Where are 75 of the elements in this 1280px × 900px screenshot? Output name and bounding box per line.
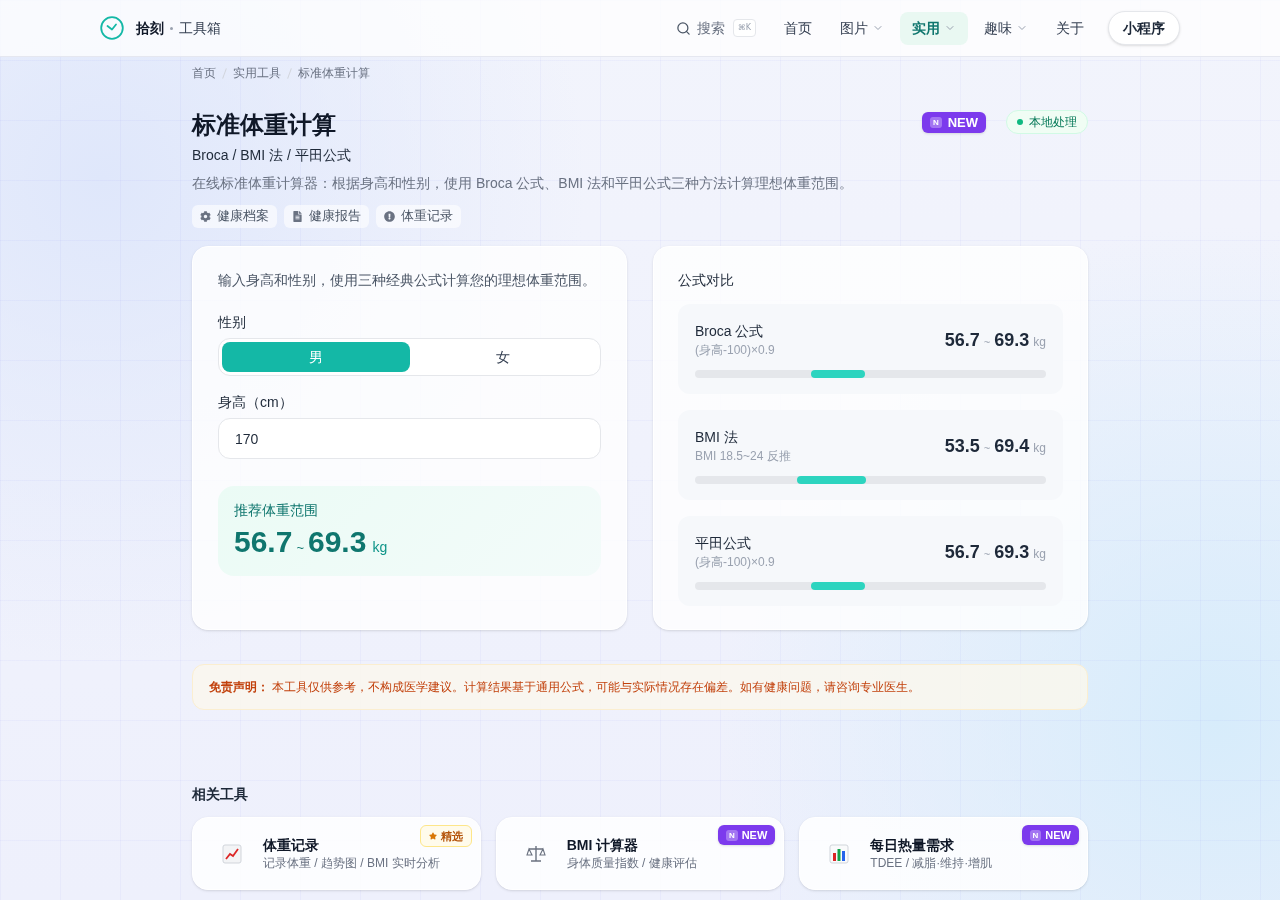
local-processing-badge: 本地处理 <box>1006 110 1088 134</box>
disclaimer-notice: 免责声明： 本工具仅供参考，不构成医学建议。计算结果基于通用公式，可能与实际情况存在偏差。如有健康问题，请咨询专业医生。 <box>192 664 1088 710</box>
height-input[interactable]: 170 <box>218 418 601 459</box>
tool-name: 每日热量需求 <box>870 836 955 855</box>
gear-icon <box>200 211 211 222</box>
new-badge: N NEW <box>1021 825 1079 845</box>
result-label: 推荐体重范围 <box>234 501 319 520</box>
gender-option[interactable]: 女 <box>409 342 597 372</box>
tool-name: BMI 计算器 <box>566 836 639 855</box>
range-fill <box>796 476 866 484</box>
formula-expression: BMI 18.5~24 反推 <box>695 448 791 465</box>
result-unit: kg <box>372 538 388 556</box>
related-tool-card[interactable]: BMI 计算器 身体质量指数 / 健康评估 N NEW <box>495 817 785 890</box>
height-label: 身高（cm） <box>218 393 294 412</box>
result-low-value: 56.7 <box>234 524 293 560</box>
formula-name: Broca 公式 <box>695 322 765 341</box>
tag-link[interactable]: 健康档案 <box>192 205 277 228</box>
page-title: 标准体重计算 <box>192 110 337 140</box>
tool-name: 体重记录 <box>263 836 319 855</box>
balance-scale-icon <box>525 843 546 864</box>
gender-label: 性别 <box>218 313 247 332</box>
breadcrumb-link[interactable]: 实用工具 <box>233 65 281 81</box>
featured-badge: 精选 <box>419 825 472 847</box>
formula-name: 平田公式 <box>695 534 752 553</box>
related-tool-card[interactable]: 每日热量需求 TDEE / 减脂·维持·增肌 N NEW <box>799 817 1088 890</box>
range-separator: ~ <box>296 540 304 556</box>
nav-link[interactable]: 实用 <box>900 11 968 45</box>
low-value: 53.5 <box>944 435 980 457</box>
brand-name[interactable]: 拾刻 <box>136 17 164 39</box>
range-fill <box>810 582 866 590</box>
page-subtitle: Broca / BMI 法 / 平田公式 <box>192 146 352 165</box>
tool-description: TDEE / 减脂·维持·增肌 <box>870 855 993 872</box>
shortcut-key: ⌘K <box>732 19 756 37</box>
related-tool-card[interactable]: 体重记录 记录体重 / 趋势图 / BMI 实时分析 精选 <box>192 817 481 890</box>
tool-description: 记录体重 / 趋势图 / BMI 实时分析 <box>263 855 440 872</box>
formula-expression: (身高-100)×0.9 <box>695 342 775 359</box>
related-tools-title: 相关工具 <box>192 785 249 804</box>
low-value: 56.7 <box>944 329 980 351</box>
range-fill <box>810 370 866 378</box>
brand-subtitle: 工具箱 <box>179 18 221 38</box>
search-button[interactable]: 搜索 ⌘K <box>671 13 760 43</box>
new-badge: N NEW <box>921 111 986 133</box>
search-icon <box>675 20 691 36</box>
calculator-intro: 输入身高和性别，使用三种经典公式计算您的理想体重范围。 <box>218 271 597 290</box>
formula-expression: (身高-100)×0.9 <box>695 554 775 571</box>
range-separator: ~ <box>983 335 991 349</box>
range-separator: ~ <box>983 547 991 561</box>
comparison-title: 公式对比 <box>678 271 735 290</box>
low-value: 56.7 <box>944 541 980 563</box>
nav-link[interactable]: 关于 <box>1044 11 1096 45</box>
unit-label: kg <box>1033 335 1046 349</box>
result-high-value: 69.3 <box>308 524 367 560</box>
unit-label: kg <box>1033 547 1046 561</box>
document-icon <box>292 211 303 222</box>
bar-chart-icon <box>829 843 850 864</box>
unit-label: kg <box>1033 441 1046 455</box>
page-description: 在线标准体重计算器：根据身高和性别，使用 Broca 公式、BMI 法和平田公式三种方法计算理想体重范围。 <box>192 174 854 193</box>
tag-link[interactable]: 体重记录 <box>376 205 461 228</box>
breadcrumb-current-page: 标准体重计算 <box>298 65 370 81</box>
formula-name: BMI 法 <box>695 428 739 447</box>
range-separator: ~ <box>983 441 991 455</box>
nav-link[interactable]: 首页 <box>772 11 824 45</box>
mini-program-button[interactable]: 小程序 <box>1108 11 1180 45</box>
high-value: 69.3 <box>994 329 1030 351</box>
high-value: 69.4 <box>994 435 1030 457</box>
nav-link[interactable]: 图片 <box>828 11 896 45</box>
high-value: 69.3 <box>994 541 1030 563</box>
star-icon <box>428 832 437 840</box>
new-badge: N NEW <box>717 825 776 845</box>
nav-link[interactable]: 趣味 <box>972 11 1040 45</box>
line-chart-icon <box>222 843 242 864</box>
tool-description: 身体质量指数 / 健康评估 <box>566 855 697 872</box>
clock-logo-icon <box>100 16 124 40</box>
breadcrumb-link[interactable]: 首页 <box>192 65 216 81</box>
tag-link[interactable]: 健康报告 <box>284 205 369 228</box>
